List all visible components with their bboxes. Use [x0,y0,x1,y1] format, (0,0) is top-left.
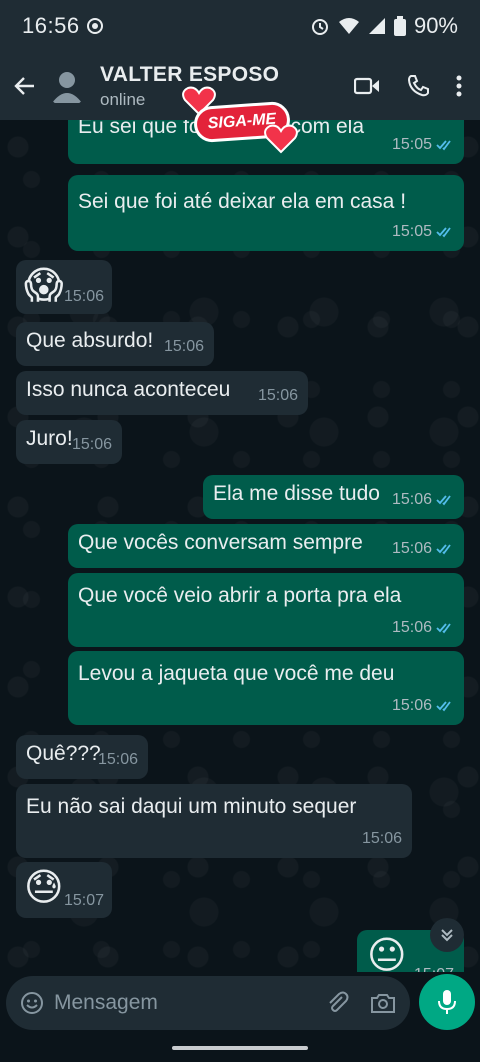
message-bubble-incoming[interactable]: Eu não sai daqui um minuto sequer 15:06 [16,784,412,858]
voice-message-button[interactable] [419,974,475,1030]
read-receipt-icon [436,140,451,151]
microphone-icon [438,990,456,1014]
message-text: Sei que foi até deixar ela em casa ! [78,190,407,213]
message-time: 15:06 [63,288,104,305]
message-bubble-incoming[interactable]: Juro! 15:06 [16,420,122,464]
message-input[interactable]: Mensagem [54,991,158,1015]
message-bubble-outgoing[interactable]: Sei que foi até deixar ela em casa ! 15:… [68,175,464,251]
read-receipt-icon [436,495,451,506]
message-bubble-outgoing[interactable]: Que você veio abrir a porta pra ela 15:0… [68,573,464,647]
status-time: 16:56 [22,13,80,38]
message-bubble-incoming[interactable]: Quê??? 15:06 [16,735,148,779]
video-call-icon[interactable] [354,76,380,96]
message-text: Levou a jaqueta que você me deu [78,662,395,685]
double-chevron-down-icon [441,929,453,942]
message-list[interactable]: Eu sei que foi na casa com ela 15:05 Sei… [0,120,480,972]
battery-icon [393,16,406,36]
gesture-handle[interactable] [172,1046,308,1050]
message-text: Eu não sai daqui um minuto sequer [26,795,357,818]
message-time: 15:06 [391,540,432,557]
back-button[interactable] [10,66,40,106]
alarm-icon [311,19,328,35]
message-composer[interactable]: Mensagem [6,976,410,1030]
whatsapp-notification-icon [86,18,103,34]
message-time: 15:06 [163,338,204,355]
message-bubble-outgoing[interactable]: Que vocês conversam sempre 15:06 [68,524,464,568]
signal-icon [368,18,385,34]
follow-me-sticker: SIGA-ME [182,86,302,162]
read-receipt-icon [436,701,451,712]
message-text: Que você veio abrir a porta pra ela [78,584,402,607]
message-time: 15:06 [257,387,298,404]
message-bubble-incoming[interactable]: Que absurdo! 15:06 [16,322,214,366]
message-time: 15:05 [391,136,432,153]
navigation-bar [0,1034,480,1062]
phone-call-icon[interactable] [406,74,430,98]
wifi-icon [338,18,359,34]
message-emoji: 😓 [24,867,64,909]
status-bar: 16:56 90% [0,0,480,52]
message-emoji: 😐 [367,935,407,972]
message-emoji: 😱 [24,265,64,307]
read-receipt-icon [436,544,451,555]
message-bubble-incoming[interactable]: Isso nunca aconteceu 15:06 [16,371,308,415]
message-time: 15:05 [391,223,432,240]
person-icon [52,72,82,103]
read-receipt-icon [436,623,451,634]
more-options-icon[interactable] [456,75,462,97]
message-time: 15:07 [414,962,454,972]
read-receipt-icon [436,227,451,238]
avatar[interactable] [46,65,88,107]
arrow-left-icon [14,77,34,95]
scroll-to-bottom-button[interactable] [430,918,464,952]
battery-percent: 90% [413,13,458,38]
heart-icon [264,124,298,154]
message-bubble-incoming[interactable]: 😱 15:06 [16,260,112,314]
contact-name: VALTER ESPOSO [100,62,280,86]
message-bubble-outgoing[interactable]: Ela me disse tudo 15:06 [203,475,464,519]
message-time: 15:06 [391,697,432,714]
message-time: 15:06 [97,751,138,768]
message-time: 15:06 [71,436,112,453]
camera-icon[interactable] [370,992,396,1014]
attach-icon[interactable] [326,991,350,1015]
message-time: 15:07 [63,892,104,909]
message-time: 15:06 [391,619,432,636]
message-bubble-outgoing[interactable]: Levou a jaqueta que você me deu 15:06 [68,651,464,725]
message-bubble-incoming[interactable]: 😓 15:07 [16,862,112,918]
emoji-icon[interactable] [20,991,44,1015]
message-time: 15:06 [391,491,432,508]
message-time: 15:06 [361,830,402,847]
